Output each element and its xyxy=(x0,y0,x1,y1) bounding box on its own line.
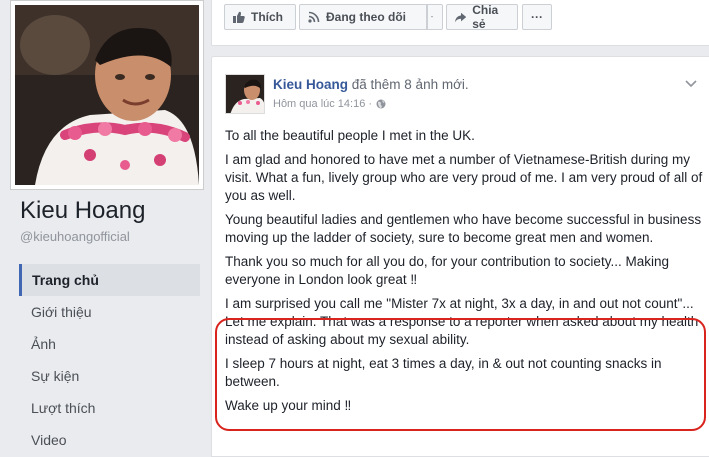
post-body: To all the beautiful people I met in the… xyxy=(225,127,703,421)
share-arrow-icon xyxy=(455,12,467,22)
share-button[interactable]: Chia sẻ xyxy=(446,3,518,31)
page-handle[interactable]: @kieuhoangofficial xyxy=(20,229,130,244)
following-options-button[interactable] xyxy=(427,4,443,30)
profile-photo-image xyxy=(15,5,199,185)
like-button[interactable]: Thích xyxy=(224,4,296,30)
more-options-button[interactable]: ··· xyxy=(522,4,552,30)
facebook-page: Kieu Hoang @kieuhoangofficial Trang chủ … xyxy=(0,0,709,457)
page-name[interactable]: Kieu Hoang xyxy=(20,197,145,225)
nav-item-videos[interactable]: Video xyxy=(19,424,200,456)
left-sidebar: Kieu Hoang @kieuhoangofficial Trang chủ … xyxy=(0,0,209,457)
post-timestamp-text: Hôm qua lúc 14:16 · xyxy=(273,98,373,110)
like-button-label: Thích xyxy=(251,10,283,24)
more-icon: ··· xyxy=(531,10,543,24)
post-card: Kieu Hoang đã thêm 8 ảnh mới. Hôm qua lú… xyxy=(211,56,709,457)
post-paragraph: To all the beautiful people I met in the… xyxy=(225,128,475,143)
share-button-label: Chia sẻ xyxy=(472,3,499,31)
post-timestamp[interactable]: Hôm qua lúc 14:16 · xyxy=(273,98,386,110)
post-author-name[interactable]: Kieu Hoang xyxy=(273,77,348,92)
post-paragraph: I am glad and honored to have met a numb… xyxy=(225,152,703,203)
post-author-avatar[interactable] xyxy=(225,74,265,114)
chevron-down-icon xyxy=(685,80,697,88)
nav-item-likes[interactable]: Lượt thích xyxy=(19,392,200,424)
page-navigation: Trang chủ Giới thiệu Ảnh Sự kiện Lượt th… xyxy=(19,264,200,456)
following-button[interactable]: Đang theo dõi xyxy=(299,4,427,30)
post-action-text: đã thêm 8 ảnh mới. xyxy=(348,77,469,92)
rss-icon xyxy=(308,11,320,23)
thumbs-up-icon xyxy=(233,11,245,23)
following-button-label: Đang theo dõi xyxy=(326,10,406,24)
avatar-image xyxy=(226,75,264,113)
post-paragraph-highlighted: I am surprised you call me "Mister 7x at… xyxy=(225,296,699,347)
nav-item-home[interactable]: Trang chủ xyxy=(19,264,200,296)
post-options-caret[interactable] xyxy=(685,75,697,93)
nav-item-about[interactable]: Giới thiệu xyxy=(19,296,200,328)
profile-picture[interactable] xyxy=(10,0,204,190)
post-header: Kieu Hoang đã thêm 8 ảnh mới. xyxy=(273,77,469,92)
page-action-bar: Thích Đang theo dõi Chia sẻ ··· xyxy=(211,0,709,46)
post-paragraph: Thank you so much for all you do, for yo… xyxy=(225,254,669,287)
post-paragraph: Young beautiful ladies and gentlemen who… xyxy=(225,212,702,245)
nav-item-events[interactable]: Sự kiện xyxy=(19,360,200,392)
caret-down-icon xyxy=(431,16,433,18)
globe-icon xyxy=(376,99,386,109)
nav-item-photos[interactable]: Ảnh xyxy=(19,328,200,360)
post-paragraph: Wake up your mind ‼ xyxy=(225,398,352,413)
post-paragraph-highlighted: I sleep 7 hours at night, eat 3 times a … xyxy=(225,356,662,389)
